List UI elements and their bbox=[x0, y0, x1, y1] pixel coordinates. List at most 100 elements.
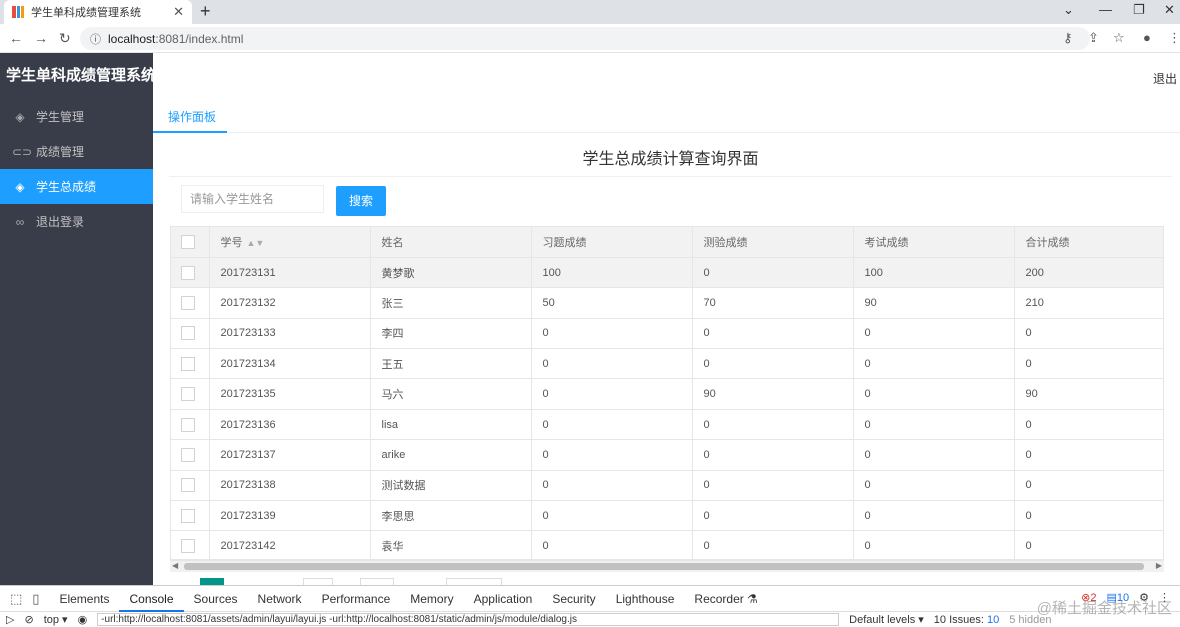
context-select[interactable]: top ▾ bbox=[44, 613, 68, 626]
row-checkbox[interactable] bbox=[171, 530, 210, 559]
row-checkbox[interactable] bbox=[171, 348, 210, 380]
clear-console-icon[interactable]: ⊘ bbox=[24, 613, 33, 626]
column-header-id[interactable]: 学号 ▲▼ bbox=[209, 227, 371, 258]
table-cell: 201723134 bbox=[209, 348, 371, 380]
scrollbar-thumb[interactable] bbox=[184, 563, 1144, 570]
tab-search-icon[interactable]: ⌄ bbox=[1063, 2, 1074, 18]
table-cell: 201723137 bbox=[209, 439, 371, 471]
scroll-right-icon[interactable]: ▶ bbox=[1156, 561, 1162, 570]
table-row[interactable]: 201723142 袁华 0 0 0 0 bbox=[171, 530, 1163, 559]
info-icon[interactable]: ⓘ bbox=[90, 31, 101, 47]
devtools-tab-network[interactable]: Network bbox=[248, 592, 312, 606]
search-button[interactable]: 搜索 bbox=[336, 186, 386, 216]
sidebar-item-score-mgmt[interactable]: ⊂⊃ 成绩管理 bbox=[0, 134, 153, 169]
devtools-panel: ⬚ ▯ Elements Console Sources Network Per… bbox=[0, 585, 1180, 626]
active-tab-indicator bbox=[153, 131, 227, 133]
new-tab-icon[interactable]: + bbox=[200, 1, 211, 22]
star-icon[interactable]: ☆ bbox=[1113, 30, 1125, 46]
table-row[interactable]: 201723131 黄梦歌 100 0 100 200 bbox=[171, 257, 1163, 289]
devtools-tab-console[interactable]: Console bbox=[119, 586, 184, 612]
layers-icon: ◈ bbox=[15, 109, 25, 124]
table-row[interactable]: 201723138 测试数据 0 0 0 0 bbox=[171, 470, 1163, 502]
devtools-tab-memory[interactable]: Memory bbox=[400, 592, 463, 606]
back-icon[interactable]: ← bbox=[9, 30, 23, 46]
window-close-icon[interactable]: ✕ bbox=[1164, 2, 1175, 18]
row-checkbox[interactable] bbox=[171, 378, 210, 410]
table-cell: 201723139 bbox=[209, 500, 371, 532]
logout-link[interactable]: 退出 bbox=[1153, 70, 1177, 87]
share-icon[interactable]: ⇪ bbox=[1088, 30, 1099, 46]
table-cell: 0 bbox=[692, 318, 854, 350]
browser-tab[interactable]: 学生单科成绩管理系统 ✕ bbox=[4, 0, 192, 24]
scroll-left-icon[interactable]: ◀ bbox=[172, 561, 178, 570]
table-row[interactable]: 201723135 马六 0 90 0 90 bbox=[171, 378, 1163, 410]
tab-close-icon[interactable]: ✕ bbox=[173, 4, 184, 20]
table-row[interactable]: 201723132 张三 50 70 90 210 bbox=[171, 287, 1163, 319]
page-button[interactable] bbox=[303, 578, 333, 585]
maximize-icon[interactable]: ❐ bbox=[1133, 2, 1145, 18]
sidebar-item-student-mgmt[interactable]: ◈ 学生管理 bbox=[0, 99, 153, 134]
row-checkbox[interactable] bbox=[171, 439, 210, 471]
inspect-icon[interactable]: ⬚ bbox=[10, 591, 22, 607]
devtools-tab-application[interactable]: Application bbox=[464, 592, 543, 606]
page-button[interactable] bbox=[360, 578, 394, 585]
row-checkbox[interactable] bbox=[171, 500, 210, 532]
row-checkbox[interactable] bbox=[171, 470, 210, 502]
row-checkbox[interactable] bbox=[171, 257, 210, 289]
sort-icon[interactable]: ▲▼ bbox=[247, 238, 265, 248]
console-filter-input[interactable]: -url:http://localhost:8081/assets/admin/… bbox=[97, 613, 840, 626]
row-checkbox[interactable] bbox=[171, 409, 210, 441]
tab-operation-panel[interactable]: 操作面板 bbox=[168, 108, 216, 125]
log-levels-select[interactable]: Default levels ▾ bbox=[849, 613, 924, 626]
table-cell: 201723131 bbox=[209, 257, 371, 289]
sidebar-toggle-icon[interactable]: ▷ bbox=[6, 613, 14, 626]
devtools-tab-lighthouse[interactable]: Lighthouse bbox=[606, 592, 685, 606]
eye-icon[interactable]: ◉ bbox=[78, 613, 88, 626]
column-header-quiz: 测验成绩 bbox=[692, 227, 854, 258]
devtools-tab-security[interactable]: Security bbox=[542, 592, 605, 606]
table-row[interactable]: 201723137 arike 0 0 0 0 bbox=[171, 439, 1163, 471]
table-row[interactable]: 201723136 lisa 0 0 0 0 bbox=[171, 409, 1163, 441]
table-cell: 201723135 bbox=[209, 378, 371, 410]
devtools-tab-recorder[interactable]: Recorder ⚗ bbox=[684, 592, 767, 606]
profile-icon[interactable]: ● bbox=[1143, 30, 1151, 45]
table-cell: 0 bbox=[692, 409, 854, 441]
table-cell: 黄梦歌 bbox=[370, 257, 532, 289]
current-page-button[interactable] bbox=[200, 578, 224, 585]
table-cell: 201723142 bbox=[209, 530, 371, 559]
sidebar-item-label: 学生管理 bbox=[36, 110, 85, 124]
table-cell: 0 bbox=[853, 530, 1015, 559]
key-icon[interactable]: ⚷ bbox=[1063, 30, 1073, 46]
table-cell: 0 bbox=[853, 439, 1015, 471]
horizontal-scrollbar[interactable]: ◀ ▶ bbox=[170, 560, 1164, 572]
devtools-tab-performance[interactable]: Performance bbox=[312, 592, 401, 606]
table-row[interactable]: 201723139 李思思 0 0 0 0 bbox=[171, 500, 1163, 532]
device-toggle-icon[interactable]: ▯ bbox=[32, 591, 39, 607]
row-checkbox[interactable] bbox=[171, 287, 210, 319]
table-row[interactable]: 201723133 李四 0 0 0 0 bbox=[171, 318, 1163, 350]
omnibox[interactable]: ⓘ localhost:8081/index.html bbox=[80, 27, 1090, 50]
sidebar: 学生单科成绩管理系统 ◈ 学生管理 ⊂⊃ 成绩管理 ◈ 学生总成绩 ∞ 退出登录 bbox=[0, 53, 157, 585]
table-cell: 0 bbox=[1014, 500, 1163, 532]
devtools-tab-sources[interactable]: Sources bbox=[184, 592, 248, 606]
issues-badge[interactable]: 10 Issues: 10 bbox=[934, 614, 999, 626]
select-all-checkbox[interactable] bbox=[171, 227, 210, 258]
page-size-select[interactable] bbox=[446, 578, 502, 585]
table-cell: 90 bbox=[1014, 378, 1163, 410]
table-row[interactable]: 201723134 王五 0 0 0 0 bbox=[171, 348, 1163, 380]
table-cell: 0 bbox=[531, 530, 693, 559]
table-cell: 李思思 bbox=[370, 500, 532, 532]
sidebar-item-total-score[interactable]: ◈ 学生总成绩 bbox=[0, 169, 153, 204]
minimize-icon[interactable]: — bbox=[1099, 2, 1112, 17]
sidebar-item-logout[interactable]: ∞ 退出登录 bbox=[0, 204, 153, 239]
search-input[interactable]: 请输入学生姓名 bbox=[181, 185, 324, 213]
row-checkbox[interactable] bbox=[171, 318, 210, 350]
forward-icon[interactable]: → bbox=[34, 30, 48, 46]
devtools-tab-elements[interactable]: Elements bbox=[49, 592, 119, 606]
table-cell: 201723133 bbox=[209, 318, 371, 350]
table-cell: 200 bbox=[1014, 257, 1163, 289]
menu-icon[interactable]: ⋮ bbox=[1168, 30, 1180, 46]
reload-icon[interactable]: ↻ bbox=[59, 30, 71, 47]
app-brand: 学生单科成绩管理系统 bbox=[6, 67, 157, 84]
table-cell: 201723132 bbox=[209, 287, 371, 319]
